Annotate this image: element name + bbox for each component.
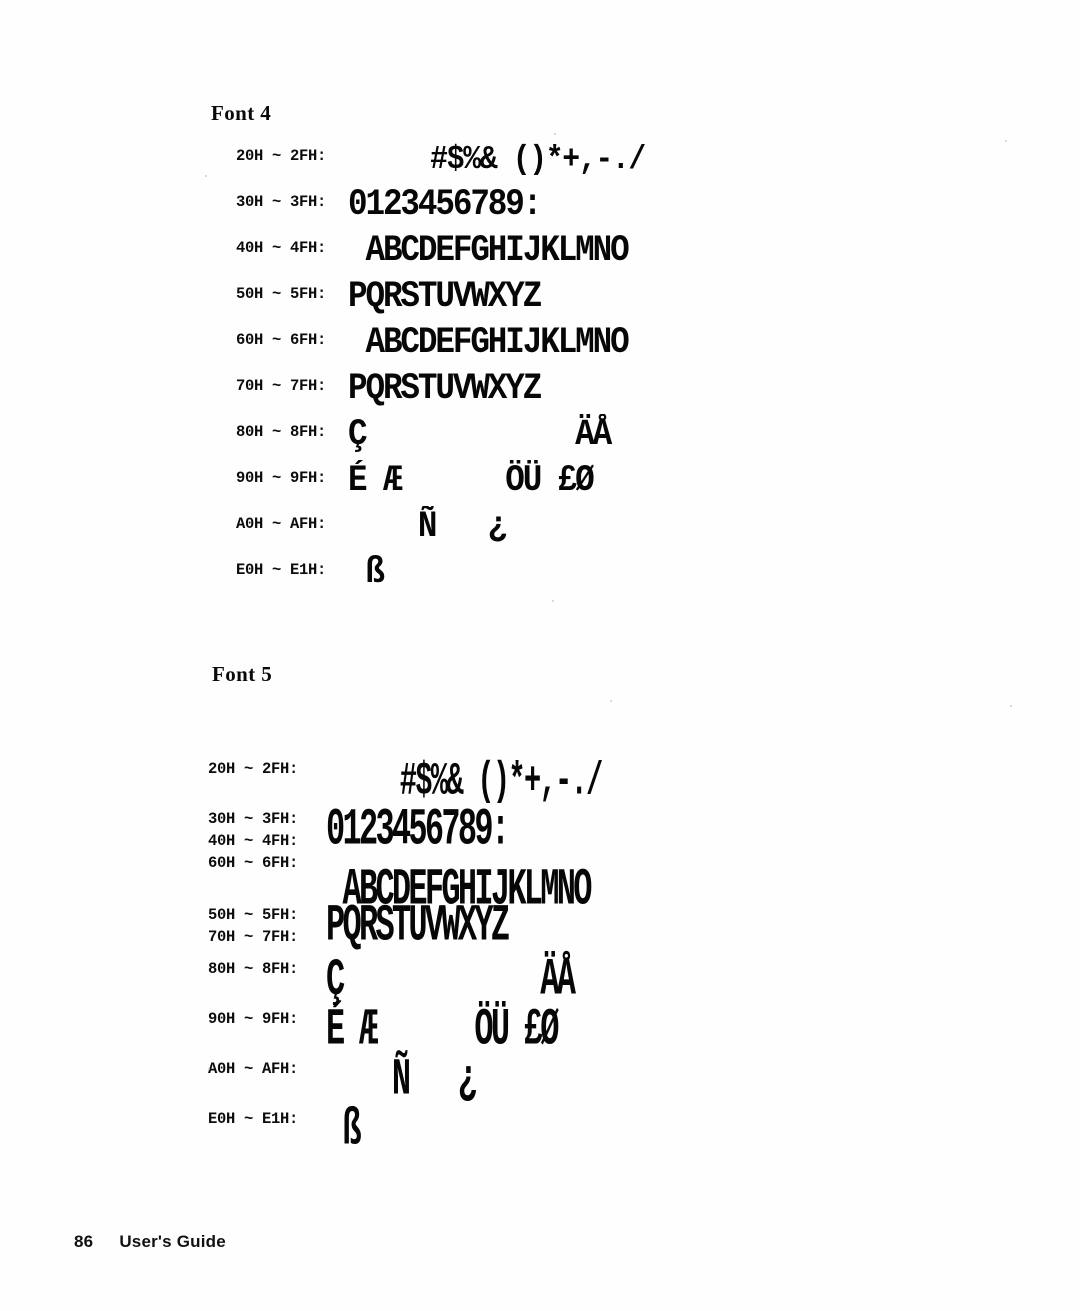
glyph-sample: É Æ ÖÜ £Ø (348, 461, 595, 503)
range-label: 70H ~ 7FH: (236, 377, 327, 395)
range-label: E0H ~ E1H: (208, 1110, 299, 1128)
range-label: 60H ~ 6FH: (236, 331, 327, 349)
range-label-group: A0H ~ AFH: (236, 506, 348, 535)
glyph-sample: PQRSTUVWXYZ (326, 898, 510, 957)
range-label-group: E0H ~ E1H: (208, 1102, 326, 1130)
range-label-group: 60H ~ 6FH: (236, 322, 348, 351)
range-label-group: 80H ~ 8FH: (208, 952, 326, 980)
scan-speckle (208, 1068, 210, 1070)
glyph-sample: ABCDEFGHIJKLMNO (348, 231, 629, 273)
table-row: 70H ~ 7FH: PQRSTUVWXYZ (236, 368, 657, 411)
glyph-sample: PQRSTUVWXYZ (348, 277, 542, 319)
table-row: 40H ~ 4FH: ABCDEFGHIJKLMNO (236, 230, 657, 273)
table-row: 50H ~ 5FH: 70H ~ 7FH: PQRSTUVWXYZ (208, 898, 670, 957)
page-number: 86 (74, 1232, 94, 1251)
table-row: 30H ~ 3FH: 40H ~ 4FH: 60H ~ 6FH: 0123456… (208, 802, 670, 920)
scan-speckle (610, 700, 612, 702)
range-label-group: 20H ~ 2FH: (236, 138, 348, 167)
glyph-sample: 0123456789: (348, 185, 542, 227)
table-row: 90H ~ 9FH: É Æ ÖÜ £Ø (236, 460, 657, 503)
document-page: Font 4 20H ~ 2FH: #$%& ()*+,-./ 30H ~ 3F… (0, 0, 1080, 1311)
section-heading-font-4: Font 4 (211, 101, 272, 125)
range-label-group: 50H ~ 5FH: (236, 276, 348, 305)
table-row: 90H ~ 9FH: É Æ ÖÜ £Ø (208, 1002, 670, 1061)
scan-speckle (205, 175, 207, 177)
scan-speckle (1005, 140, 1007, 142)
glyph-sample: ABCDEFGHIJKLMNO (348, 323, 629, 365)
range-label-group: 70H ~ 7FH: (236, 368, 348, 397)
character-table-font-4: 20H ~ 2FH: #$%& ()*+,-./ 30H ~ 3FH: 0123… (236, 138, 657, 598)
document-title: User's Guide (119, 1232, 226, 1251)
table-row: A0H ~ AFH: Ñ ¿ (208, 1052, 670, 1111)
range-label-group: 90H ~ 9FH: (236, 460, 348, 489)
range-label: 50H ~ 5FH: (208, 906, 299, 924)
range-label-group: 30H ~ 3FH: (236, 184, 348, 213)
scan-speckle (552, 600, 554, 602)
character-table-font-5: 20H ~ 2FH: #$%& ()*+,-./ 30H ~ 3FH: 40H … (208, 752, 670, 1161)
range-label: 80H ~ 8FH: (208, 960, 299, 978)
glyph-sample: PQRSTUVWXYZ (348, 369, 542, 411)
table-row: 50H ~ 5FH: PQRSTUVWXYZ (236, 276, 657, 319)
range-label: 90H ~ 9FH: (236, 469, 327, 487)
range-label: E0H ~ E1H: (236, 561, 327, 579)
table-row: 80H ~ 8FH: Ç ÄÅ (236, 414, 657, 457)
glyph-sample: Ç ÄÅ (348, 415, 612, 457)
range-label: 30H ~ 3FH: (236, 193, 327, 211)
range-label: A0H ~ AFH: (236, 515, 327, 533)
range-label: 20H ~ 2FH: (208, 760, 299, 778)
table-row: 20H ~ 2FH: #$%& ()*+,-./ (236, 138, 657, 179)
range-label: 90H ~ 9FH: (208, 1010, 299, 1028)
glyph-sample: #$%& ()*+,-./ (380, 141, 646, 180)
glyph-sample: ß (326, 1102, 361, 1161)
range-label-group: 40H ~ 4FH: (236, 230, 348, 259)
glyph-sample: ß (348, 553, 385, 595)
range-label: 60H ~ 6FH: (208, 854, 299, 872)
range-label: A0H ~ AFH: (208, 1060, 299, 1078)
range-label: 40H ~ 4FH: (236, 239, 327, 257)
range-label-group: E0H ~ E1H: (236, 552, 348, 581)
table-row: A0H ~ AFH: Ñ ¿ (236, 506, 657, 549)
range-label: 20H ~ 2FH: (236, 147, 327, 165)
table-row: 60H ~ 6FH: ABCDEFGHIJKLMNO (236, 322, 657, 365)
range-label-group: A0H ~ AFH: (208, 1052, 326, 1080)
range-label: 50H ~ 5FH: (236, 285, 327, 303)
scan-speckle (554, 133, 556, 135)
range-label: 80H ~ 8FH: (236, 423, 327, 441)
section-heading-font-5: Font 5 (212, 662, 273, 686)
range-label-group: 90H ~ 9FH: (208, 1002, 326, 1030)
range-label: 40H ~ 4FH: (208, 832, 299, 850)
table-row: 30H ~ 3FH: 0123456789: (236, 184, 657, 227)
range-label-group: 50H ~ 5FH: 70H ~ 7FH: (208, 898, 326, 948)
range-label: 30H ~ 3FH: (208, 810, 299, 828)
page-footer: 86 User's Guide (74, 1232, 226, 1252)
range-label: 70H ~ 7FH: (208, 928, 299, 946)
scan-speckle (1010, 705, 1012, 707)
table-row: 20H ~ 2FH: #$%& ()*+,-./ (208, 752, 670, 808)
range-label-group: 30H ~ 3FH: 40H ~ 4FH: 60H ~ 6FH: (208, 802, 326, 874)
range-label-group: 20H ~ 2FH: (208, 752, 326, 780)
table-row: E0H ~ E1H: ß (236, 552, 657, 595)
table-row: 80H ~ 8FH: Ç ÄÅ (208, 952, 670, 1011)
glyph-sample: Ñ ¿ (348, 507, 507, 549)
range-label-group: 80H ~ 8FH: (236, 414, 348, 443)
